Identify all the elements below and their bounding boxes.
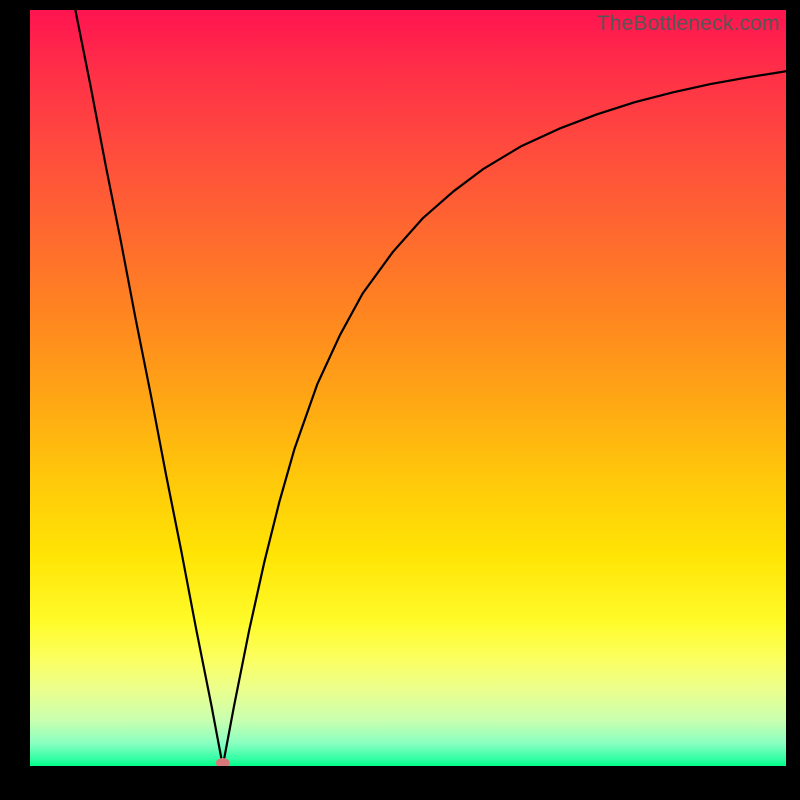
gradient-plot-area: TheBottleneck.com: [30, 10, 786, 766]
bottleneck-curve: [30, 10, 786, 766]
chart-frame: TheBottleneck.com: [0, 0, 800, 800]
